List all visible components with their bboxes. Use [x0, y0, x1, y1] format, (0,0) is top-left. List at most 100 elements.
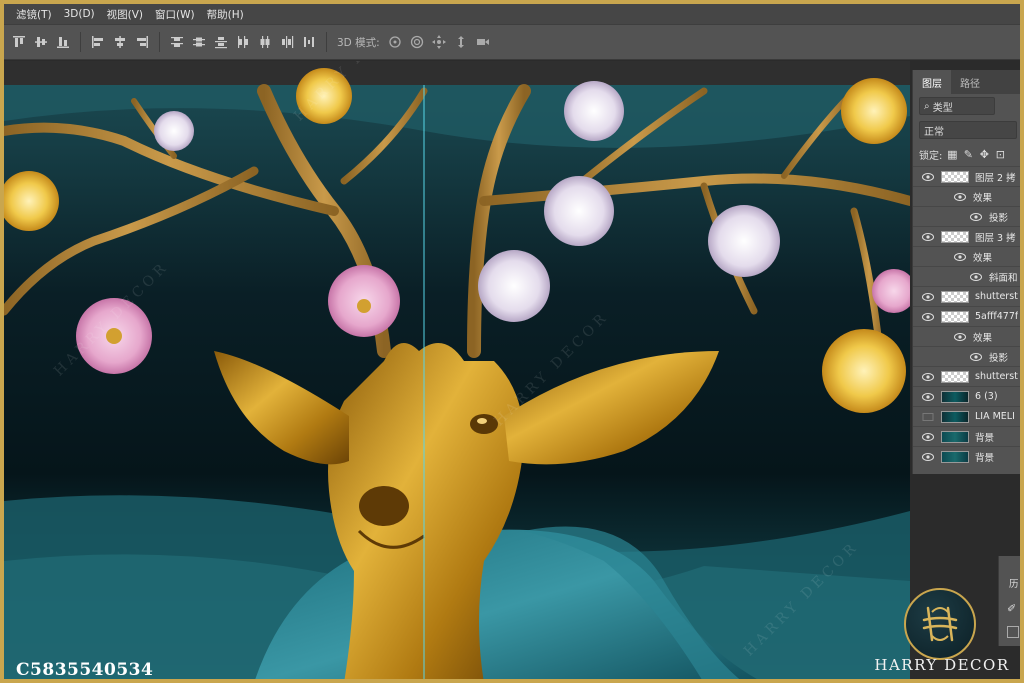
visibility-eye-icon[interactable] — [921, 430, 935, 444]
image-frame: 滤镜(T) 3D(D) 视图(V) 窗口(W) 帮助(H) 3D 模式: HAR… — [0, 0, 1024, 683]
layer-thumbnail — [941, 310, 969, 323]
artwork-golden-deer — [4, 68, 910, 679]
layer-row[interactable]: 图层 2 拷 — [913, 166, 1020, 186]
lock-paint-icon[interactable]: ✎ — [962, 148, 974, 161]
layer-row[interactable]: 图层 3 拷 — [913, 226, 1020, 246]
visibility-eye-icon[interactable] — [969, 350, 983, 364]
menu-view[interactable]: 视图(V) — [107, 7, 143, 22]
layer-row[interactable]: 投影 — [913, 346, 1020, 366]
lock-artboard-icon[interactable]: ⊡ — [994, 148, 1006, 161]
layer-name: shutterst — [975, 371, 1018, 382]
scale-3d-icon[interactable] — [472, 31, 494, 53]
layer-name: 5afff477f — [975, 311, 1019, 322]
layer-list: 图层 2 拷效果 投影 图层 3 拷效果 斜面和 shutterst 5afff477f 效… — [913, 166, 1020, 466]
tab-layers[interactable]: 图层 — [913, 70, 951, 94]
distribute-left-icon[interactable] — [232, 31, 254, 53]
layer-name: 效果 — [973, 252, 993, 264]
layer-thumbnail — [941, 390, 969, 403]
visibility-eye-icon[interactable] — [921, 450, 935, 464]
layer-row[interactable]: 投影 — [913, 206, 1020, 226]
menu-bar: 滤镜(T) 3D(D) 视图(V) 窗口(W) 帮助(H) — [4, 4, 1020, 24]
filter-dropdown[interactable]: ⌕ 类型 — [919, 97, 995, 115]
layers-panel: 图层 路径 ⌕ 类型 正常 锁定: ▦ ✎ ✥ ⊡ 图层 2 拷效果 投影 图层 3… — [912, 70, 1020, 474]
lock-transparency-icon[interactable]: ▦ — [946, 148, 958, 161]
align-right-icon[interactable] — [131, 31, 153, 53]
rotate-3d-icon[interactable] — [384, 31, 406, 53]
align-hcenter-icon[interactable] — [109, 31, 131, 53]
layer-row[interactable]: 6 (3) — [913, 386, 1020, 406]
pan-3d-icon[interactable] — [428, 31, 450, 53]
layer-row[interactable]: 背景 — [913, 446, 1020, 466]
brand-name: HARRY DECOR — [874, 656, 1010, 674]
visibility-eye-icon[interactable] — [953, 190, 967, 204]
visibility-eye-icon[interactable] — [921, 310, 935, 324]
toolbar-divider — [326, 32, 327, 52]
tab-paths[interactable]: 路径 — [951, 70, 989, 94]
layer-thumbnail — [941, 430, 969, 443]
layer-name: 效果 — [973, 332, 993, 344]
layer-name: 投影 — [989, 352, 1009, 364]
layer-name: 投影 — [989, 212, 1009, 224]
document-canvas[interactable]: HARRY DECOR HARRY DECOR HARRY DECOR HARR… — [4, 61, 910, 679]
distribute-bottom-icon[interactable] — [210, 31, 232, 53]
blend-mode-select[interactable]: 正常 — [919, 121, 1017, 139]
filter-row: ⌕ 类型 — [913, 94, 1020, 118]
distribute-top-icon[interactable] — [166, 31, 188, 53]
layer-row[interactable]: shutterst — [913, 286, 1020, 306]
3d-mode-label: 3D 模式: — [337, 36, 380, 49]
layer-name: 6 (3) — [975, 391, 998, 402]
visibility-eye-icon[interactable] — [953, 330, 967, 344]
menu-window[interactable]: 窗口(W) — [155, 7, 195, 22]
lock-label: 锁定: — [919, 150, 943, 162]
toolbar-divider — [80, 32, 81, 52]
history-checkbox[interactable] — [1007, 626, 1019, 638]
layer-name: shutterst — [975, 291, 1018, 302]
visibility-eye-icon[interactable] — [953, 250, 967, 264]
layer-name: 效果 — [973, 192, 993, 204]
options-bar: 3D 模式: — [4, 24, 1020, 60]
align-top-icon[interactable] — [8, 31, 30, 53]
distribute-right-icon[interactable] — [276, 31, 298, 53]
history-tab[interactable]: 历 — [1009, 576, 1019, 590]
menu-filter[interactable]: 滤镜(T) — [16, 7, 52, 22]
panel-tabs: 图层 路径 — [913, 70, 1020, 94]
distribute-hcenter-icon[interactable] — [254, 31, 276, 53]
visibility-eye-icon[interactable] — [921, 390, 935, 404]
layer-row[interactable]: 效果 — [913, 186, 1020, 206]
blend-row: 正常 — [913, 118, 1020, 142]
visibility-eye-icon[interactable] — [969, 270, 983, 284]
brand-monogram-icon — [922, 606, 958, 642]
layer-thumbnail — [941, 450, 969, 463]
visibility-eye-icon[interactable] — [921, 230, 935, 244]
visibility-eye-icon[interactable] — [921, 170, 935, 184]
roll-3d-icon[interactable] — [406, 31, 428, 53]
layer-name: 背景 — [975, 432, 995, 444]
visibility-eye-icon[interactable] — [921, 370, 935, 384]
layer-row[interactable]: 背景 — [913, 426, 1020, 446]
brush-icon[interactable]: ✐ — [1007, 602, 1019, 615]
lock-row: 锁定: ▦ ✎ ✥ ⊡ — [913, 142, 1020, 166]
visibility-off-icon[interactable] — [921, 410, 935, 424]
menu-help[interactable]: 帮助(H) — [207, 7, 244, 22]
align-bottom-icon[interactable] — [52, 31, 74, 53]
layer-row[interactable]: shutterst — [913, 366, 1020, 386]
lock-position-icon[interactable]: ✥ — [978, 148, 990, 161]
distribute-space-icon[interactable] — [298, 31, 320, 53]
align-vcenter-icon[interactable] — [30, 31, 52, 53]
toolbar-divider — [159, 32, 160, 52]
layer-row[interactable]: 效果 — [913, 326, 1020, 346]
layer-row[interactable]: 斜面和 — [913, 266, 1020, 286]
align-left-icon[interactable] — [87, 31, 109, 53]
distribute-vcenter-icon[interactable] — [188, 31, 210, 53]
visibility-eye-icon[interactable] — [921, 290, 935, 304]
layer-row[interactable]: 效果 — [913, 246, 1020, 266]
slide-3d-icon[interactable] — [450, 31, 472, 53]
image-code: C5835540534 — [16, 660, 154, 680]
layer-thumbnail — [941, 290, 969, 303]
menu-3d[interactable]: 3D(D) — [64, 8, 95, 20]
visibility-eye-icon[interactable] — [969, 210, 983, 224]
layer-row[interactable]: 5afff477f — [913, 306, 1020, 326]
layer-row[interactable]: LIA MELI — [913, 406, 1020, 426]
brand-logo — [904, 588, 976, 660]
layer-name: 背景 — [975, 452, 995, 464]
